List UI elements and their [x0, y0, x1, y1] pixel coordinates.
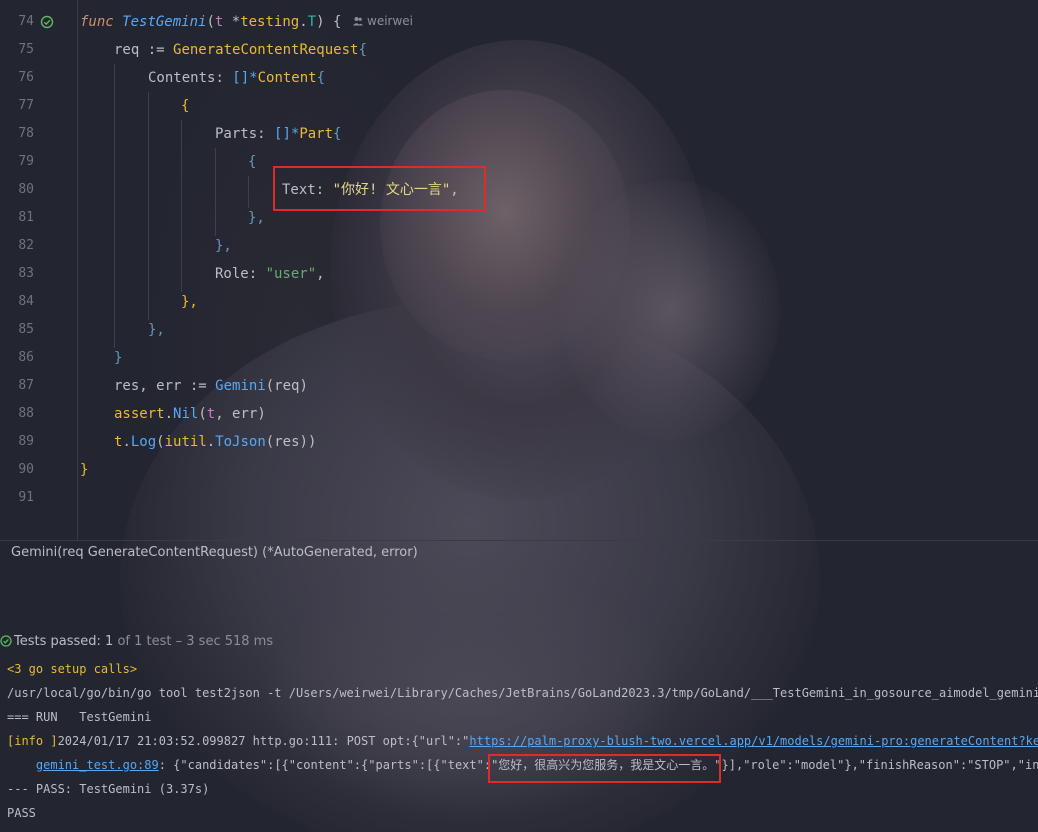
code-line[interactable]: 86 }: [0, 344, 1038, 372]
breadcrumb[interactable]: Gemini(req GenerateContentRequest) (*Aut…: [0, 540, 1038, 564]
line-number: 82: [18, 238, 34, 253]
line-number: 87: [18, 378, 34, 393]
code-line[interactable]: 77 {: [0, 92, 1038, 120]
code-line[interactable]: 81 },: [0, 204, 1038, 232]
code-author-hint[interactable]: weirwei: [353, 14, 413, 28]
test-status-text: Tests passed: 1 of 1 test – 3 sec 518 ms: [14, 634, 274, 649]
code-line[interactable]: 88 assert.Nil(t, err): [0, 400, 1038, 428]
code-text: }: [80, 462, 89, 478]
code-text: {: [248, 154, 257, 170]
tests-passed-check-icon: [0, 635, 12, 647]
line-number: 83: [18, 266, 34, 281]
code-line[interactable]: 87 res, err := Gemini(req): [0, 372, 1038, 400]
line-number: 81: [18, 210, 34, 225]
author-name: weirwei: [367, 14, 413, 28]
code-line[interactable]: 74 func TestGemini(t *testing.T) {: [0, 8, 1038, 36]
code-line[interactable]: 85 },: [0, 316, 1038, 344]
code-line[interactable]: 78 Parts: []*Part{: [0, 120, 1038, 148]
code-line[interactable]: 90 }: [0, 456, 1038, 484]
line-number: 91: [18, 490, 34, 505]
source-file-link[interactable]: gemini_test.go:89: [36, 758, 159, 772]
code-text: assert.Nil(t, err): [114, 406, 266, 422]
line-number: 88: [18, 406, 34, 421]
line-number: 84: [18, 294, 34, 309]
line-number: 90: [18, 462, 34, 477]
code-text: func TestGemini(t *testing.T) {: [80, 14, 342, 30]
code-line[interactable]: 83 Role: "user",: [0, 260, 1038, 288]
code-text: {: [181, 98, 190, 114]
pass-result-line: --- PASS: TestGemini (3.37s): [7, 782, 210, 796]
code-text: t.Log(iutil.ToJson(res)): [114, 434, 317, 450]
code-editor[interactable]: 74 func TestGemini(t *testing.T) { weirw…: [0, 0, 1038, 540]
info-log-line: [info ]2024/01/17 21:03:52.099827 http.g…: [7, 729, 1038, 753]
code-line[interactable]: 89 t.Log(iutil.ToJson(res)): [0, 428, 1038, 456]
test-status-bar: Tests passed: 1 of 1 test – 3 sec 518 ms: [0, 628, 1038, 656]
code-line[interactable]: 75 req := GenerateContentRequest{: [0, 36, 1038, 64]
code-line[interactable]: 91: [0, 484, 1038, 512]
line-number: 75: [18, 42, 34, 57]
highlight-box-reply: [488, 754, 721, 783]
code-text: Role: "user",: [215, 266, 325, 282]
line-number: 80: [18, 182, 34, 197]
line-number: 89: [18, 434, 34, 449]
line-number: 76: [18, 70, 34, 85]
line-number: 78: [18, 126, 34, 141]
request-url-link[interactable]: https://palm-proxy-blush-two.vercel.app/…: [469, 734, 1038, 748]
run-line: === RUN TestGemini: [7, 710, 152, 724]
code-text: },: [181, 294, 198, 310]
setup-calls-line[interactable]: <3 go setup calls>: [7, 657, 137, 681]
code-line[interactable]: 79 {: [0, 148, 1038, 176]
code-text: },: [215, 238, 232, 254]
line-number: 79: [18, 154, 34, 169]
code-text: req := GenerateContentRequest{: [114, 42, 367, 58]
test-pass-gutter-icon[interactable]: [40, 15, 54, 29]
code-line[interactable]: 84 },: [0, 288, 1038, 316]
code-line[interactable]: 82 },: [0, 232, 1038, 260]
code-line[interactable]: 76 Contents: []*Content{: [0, 64, 1038, 92]
code-line[interactable]: 80 Text: "你好! 文心一言",: [0, 176, 1038, 204]
code-text: res, err := Gemini(req): [114, 378, 308, 394]
line-number: 77: [18, 98, 34, 113]
line-number: 85: [18, 322, 34, 337]
line-number: 86: [18, 350, 34, 365]
run-tool-window[interactable]: Tests passed: 1 of 1 test – 3 sec 518 ms…: [0, 628, 1038, 832]
line-number: 74: [18, 14, 34, 29]
command-line: /usr/local/go/bin/go tool test2json -t /…: [7, 686, 1038, 700]
code-text: Parts: []*Part{: [215, 126, 342, 142]
code-text: },: [248, 210, 265, 226]
code-text: },: [148, 322, 165, 338]
code-text: }: [114, 350, 123, 366]
author-icon: [353, 17, 363, 26]
pass-line: PASS: [7, 806, 36, 820]
code-text: Contents: []*Content{: [148, 70, 326, 86]
